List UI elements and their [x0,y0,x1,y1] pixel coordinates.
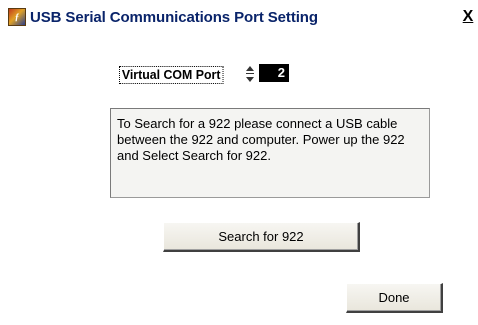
app-icon: ƒ [8,8,26,26]
search-button[interactable]: Search for 922 [163,222,360,252]
com-port-spinner[interactable] [245,63,255,85]
dialog-window: ƒ USB Serial Communications Port Setting… [0,0,478,325]
increment-arrow-icon[interactable] [245,63,255,73]
instructions-textbox: To Search for a 922 please connect a USB… [110,108,430,198]
title-bar[interactable]: ƒ USB Serial Communications Port Setting… [0,0,478,34]
com-port-label: Virtual COM Port [119,66,224,84]
com-port-value-field[interactable]: 2 [259,64,289,82]
decrement-arrow-icon[interactable] [245,74,255,84]
window-title: USB Serial Communications Port Setting [30,9,318,26]
done-button[interactable]: Done [346,283,443,313]
close-button[interactable]: X [458,8,478,26]
